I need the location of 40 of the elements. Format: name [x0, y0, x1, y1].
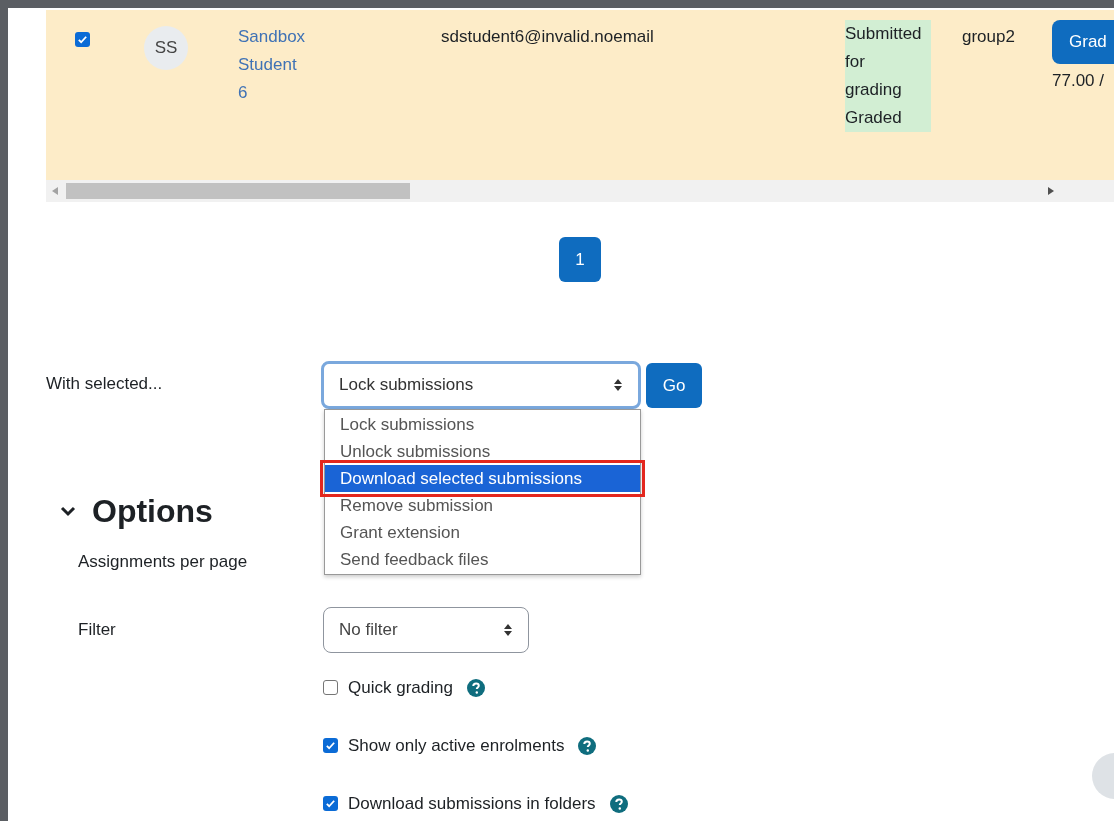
assignments-per-page-label: Assignments per page — [78, 552, 248, 571]
grade-text: 77.00 / — [1052, 70, 1104, 92]
checkbox-label: Show only active enrolments — [348, 734, 565, 757]
dropdown-option[interactable]: Grant extension — [325, 519, 640, 546]
checkbox-label: Quick grading — [348, 676, 453, 699]
sort-arrows-icon — [503, 622, 513, 637]
checkbox[interactable] — [323, 680, 338, 695]
check-icon — [325, 740, 336, 751]
group-cell-text: group2 — [962, 26, 1016, 48]
go-button[interactable]: Go — [646, 363, 702, 408]
avatar: SS — [144, 26, 188, 70]
help-icon[interactable] — [578, 736, 597, 755]
email-cell-text: sdstudent6@invalid.noemail — [441, 26, 655, 48]
student-name-link[interactable]: Sandbox Student 6 — [238, 23, 308, 107]
checkbox[interactable] — [323, 738, 338, 753]
checkbox[interactable] — [323, 796, 338, 811]
help-icon[interactable] — [466, 678, 485, 697]
dropdown-option[interactable]: Lock submissions — [325, 411, 640, 438]
sort-arrows-icon — [613, 378, 623, 392]
with-selected-label: With selected... — [46, 373, 164, 395]
checkbox[interactable] — [75, 32, 90, 47]
horizontal-scrollbar[interactable] — [46, 180, 1114, 202]
scrollbar-thumb[interactable] — [66, 183, 410, 199]
filter-select[interactable]: No filter — [323, 606, 529, 653]
page-button[interactable]: 1 — [559, 237, 601, 282]
filter-label: Filter — [78, 618, 117, 641]
status-text: Graded — [845, 107, 903, 129]
options-heading: Options — [92, 492, 213, 531]
help-icon[interactable] — [609, 794, 628, 813]
grade-button[interactable]: Grad — [1052, 20, 1114, 64]
status-text: Submitted for grading — [845, 23, 921, 101]
bulk-action-select[interactable]: Lock submissions — [321, 361, 641, 409]
dropdown-option[interactable]: Unlock submissions — [325, 438, 640, 465]
check-icon — [77, 34, 88, 45]
scroll-right-icon[interactable] — [1048, 187, 1054, 195]
chevron-down-icon[interactable] — [60, 505, 76, 517]
checkbox-label: Download submissions in folders — [348, 792, 596, 815]
dropdown-option[interactable]: Send feedback files — [325, 546, 640, 573]
check-icon — [325, 798, 336, 809]
dropdown-option[interactable]: Remove submission — [325, 492, 640, 519]
